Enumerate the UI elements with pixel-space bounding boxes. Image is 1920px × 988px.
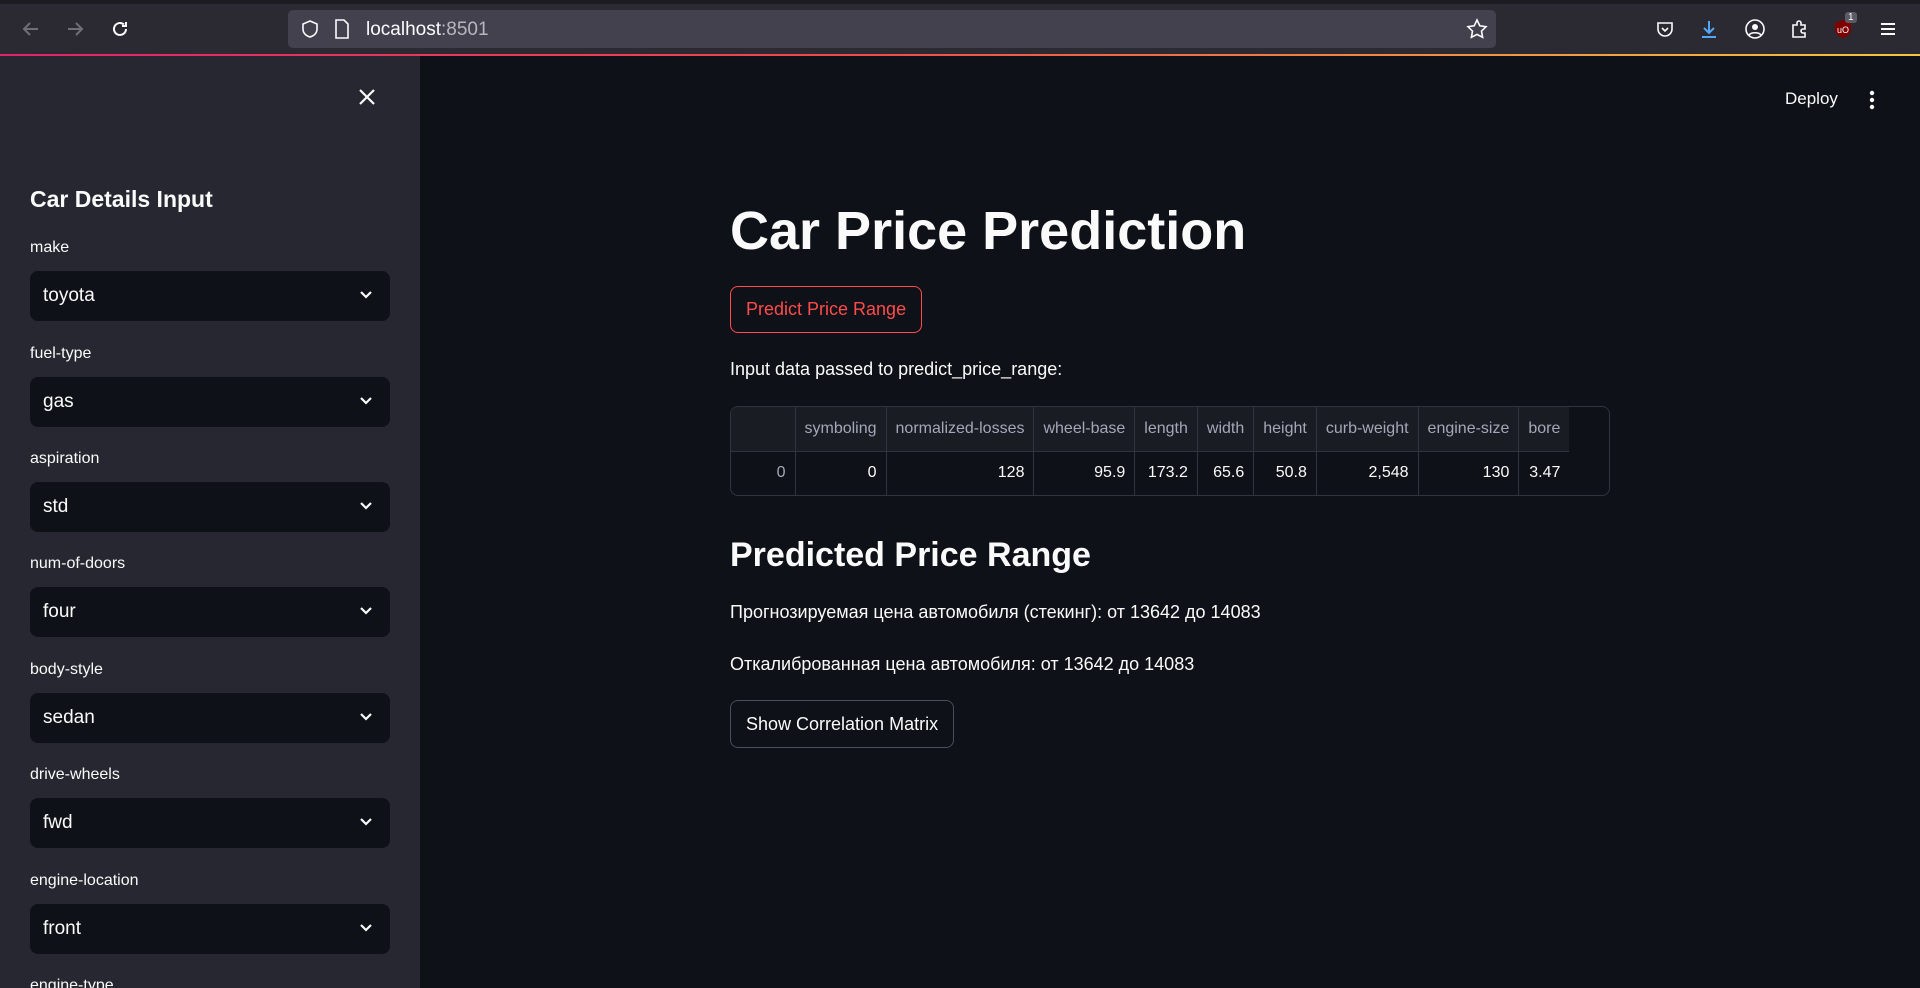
extensions-icon[interactable] [1786, 16, 1812, 42]
browser-toolbar: localhost:8501 uO 1 [0, 0, 1920, 56]
column-header[interactable]: symboling [795, 407, 887, 452]
download-icon[interactable] [1696, 16, 1722, 42]
fuel-type-select[interactable]: gas [30, 377, 390, 427]
make-select[interactable]: toyota [30, 271, 390, 321]
table-header-row: symboling normalized-losses wheel-base l… [731, 407, 1570, 452]
select-value: std [43, 496, 69, 517]
aspiration-select[interactable]: std [30, 482, 390, 532]
table-cell[interactable]: 65.6 [1197, 451, 1255, 495]
column-header[interactable]: height [1253, 407, 1317, 452]
field-fuel-type: fuel-type gas [30, 345, 390, 427]
engine-location-select[interactable]: front [30, 904, 390, 954]
num-of-doors-select[interactable]: four [30, 587, 390, 637]
column-header[interactable]: curb-weight [1316, 407, 1419, 452]
select-value: fwd [43, 812, 73, 833]
table-cell[interactable]: 0 [795, 451, 887, 495]
drive-wheels-select[interactable]: fwd [30, 798, 390, 848]
chevron-down-icon [358, 709, 374, 730]
chevron-down-icon [358, 287, 374, 308]
table-cell[interactable]: 50.8 [1253, 451, 1317, 495]
field-label: engine-type [30, 977, 114, 988]
field-label: engine-location [30, 872, 139, 889]
field-label: make [30, 239, 70, 256]
body-style-select[interactable]: sedan [30, 693, 390, 743]
deploy-button[interactable]: Deploy [1785, 89, 1838, 109]
input-data-table[interactable]: symboling normalized-losses wheel-base l… [730, 406, 1610, 496]
field-label: num-of-doors [30, 555, 126, 572]
table-cell[interactable]: 173.2 [1134, 451, 1198, 495]
select-value: four [43, 601, 76, 622]
field-aspiration: aspiration std [30, 450, 390, 532]
sidebar-title: Car Details Input [30, 186, 213, 212]
shield-icon[interactable] [300, 19, 320, 44]
table-cell[interactable]: 128 [886, 451, 1035, 495]
page-title: Car Price Prediction [730, 201, 1247, 261]
field-body-style: body-style sedan [30, 661, 390, 743]
forward-icon[interactable] [62, 16, 88, 42]
field-engine-location: engine-location front [30, 872, 390, 954]
close-sidebar-icon[interactable] [352, 82, 382, 112]
select-value: toyota [43, 285, 95, 306]
field-label: body-style [30, 661, 103, 678]
stacking-prediction-text: Прогнозируемая цена автомобиля (стекинг)… [730, 602, 1261, 622]
field-label: drive-wheels [30, 766, 120, 783]
calibrated-prediction-text: Откалиброванная цена автомобиля: от 1364… [730, 654, 1195, 674]
select-value: front [43, 918, 82, 939]
svg-text:uO: uO [1837, 25, 1849, 35]
select-value: gas [43, 391, 74, 412]
field-engine-type: engine-type [30, 977, 390, 988]
chevron-down-icon [358, 603, 374, 624]
address-bar[interactable]: localhost:8501 [288, 10, 1496, 48]
select-value: sedan [43, 707, 95, 728]
table-cell[interactable]: 2,548 [1316, 451, 1419, 495]
chevron-down-icon [358, 920, 374, 941]
url-text: localhost:8501 [366, 19, 489, 40]
back-icon[interactable] [18, 16, 44, 42]
main-menu-icon[interactable] [1862, 88, 1882, 112]
table-cell[interactable]: 130 [1418, 451, 1520, 495]
page-icon[interactable] [332, 18, 352, 45]
table-cell[interactable]: 3.47 [1519, 451, 1570, 495]
row-index: 0 [731, 451, 796, 495]
chevron-down-icon [358, 393, 374, 414]
column-header[interactable]: normalized-losses [886, 407, 1035, 452]
account-icon[interactable] [1742, 16, 1768, 42]
field-label: aspiration [30, 450, 100, 467]
table-cell[interactable]: 95.9 [1033, 451, 1136, 495]
hamburger-menu-icon[interactable] [1875, 16, 1901, 42]
column-header[interactable]: bore [1518, 407, 1570, 452]
tab-strip-edge [0, 0, 1920, 4]
sidebar: Car Details Input make toyota fuel-type … [0, 56, 420, 988]
input-data-note: Input data passed to predict_price_range… [730, 359, 1063, 379]
table-row: 0 0 128 95.9 173.2 65.6 50.8 2,548 130 3… [731, 451, 1569, 495]
field-label: fuel-type [30, 345, 92, 362]
field-drive-wheels: drive-wheels fwd [30, 766, 390, 848]
column-header [731, 407, 796, 452]
column-header[interactable]: wheel-base [1033, 407, 1136, 452]
ublock-icon[interactable]: uO 1 [1830, 12, 1857, 42]
predict-price-range-button[interactable]: Predict Price Range [730, 286, 923, 333]
column-header[interactable]: width [1197, 407, 1255, 452]
reload-icon[interactable] [107, 16, 133, 42]
chevron-down-icon [358, 814, 374, 835]
chevron-down-icon [358, 498, 374, 519]
pocket-icon[interactable] [1652, 16, 1678, 42]
bookmark-star-icon[interactable] [1466, 18, 1488, 45]
show-correlation-matrix-button[interactable]: Show Correlation Matrix [730, 700, 955, 748]
download-badge: 1 [1845, 12, 1857, 23]
field-num-of-doors: num-of-doors four [30, 555, 390, 637]
predicted-price-heading: Predicted Price Range [730, 536, 1091, 574]
column-header[interactable]: length [1134, 407, 1198, 452]
column-header[interactable]: engine-size [1418, 407, 1520, 452]
field-make: make toyota [30, 239, 390, 321]
